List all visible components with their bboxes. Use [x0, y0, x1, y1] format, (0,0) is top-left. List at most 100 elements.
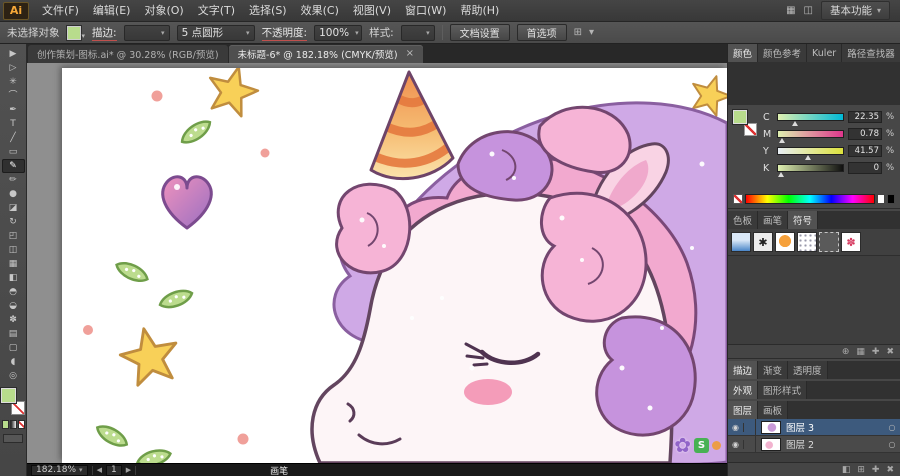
document-tab[interactable]: 创作策划-图标.ai* @ 30.28% (RGB/预览)	[28, 45, 228, 63]
pencil-tool[interactable]: ✏	[2, 173, 25, 187]
panel-tab[interactable]: 符号	[788, 211, 819, 229]
black-swatch[interactable]	[887, 194, 895, 204]
new-sublayer-icon[interactable]: ⊞	[857, 465, 865, 475]
direct-selection-tool[interactable]: ▷	[2, 61, 25, 75]
fill-stroke-indicator[interactable]	[733, 110, 757, 136]
scale-tool[interactable]: ◰	[2, 229, 25, 243]
visibility-eye-icon[interactable]: ◉	[728, 422, 744, 432]
target-circle-icon[interactable]: ○	[884, 440, 900, 449]
panel-tab[interactable]: 图形样式	[758, 381, 808, 399]
fill-swatch[interactable]	[1, 388, 16, 403]
magic-wand-tool[interactable]: ✳	[2, 75, 25, 89]
paint-color-button[interactable]	[1, 420, 9, 429]
screen-mode-button[interactable]	[3, 434, 23, 443]
panel-tab[interactable]: 画板	[758, 401, 789, 419]
align-panel-icon[interactable]: ⊞	[574, 27, 582, 38]
menu-item[interactable]: 文字(T)	[191, 0, 242, 22]
type-tool[interactable]: T	[2, 117, 25, 131]
lasso-tool[interactable]: ⌒	[2, 89, 25, 103]
lock-cell[interactable]	[744, 436, 756, 452]
blend-tool[interactable]: ◒	[2, 299, 25, 313]
stroke-weight-select[interactable]: ▾	[123, 24, 170, 41]
magenta-value-field[interactable]: 0.78	[848, 128, 882, 140]
visibility-eye-icon[interactable]: ◉	[728, 439, 744, 449]
layer-row[interactable]: ◉ 图层 2 ○	[728, 436, 900, 453]
arrange-documents-icon[interactable]: ▦	[786, 5, 795, 16]
magenta-slider[interactable]	[777, 130, 844, 143]
white-swatch[interactable]	[877, 194, 885, 204]
artboard-number-field[interactable]: 1	[105, 464, 122, 476]
symbol-thumb[interactable]: ✱	[753, 232, 773, 252]
symbol-thumb[interactable]	[775, 232, 795, 252]
menu-item[interactable]: 效果(C)	[294, 0, 346, 22]
opacity-link[interactable]: 不透明度:	[261, 25, 308, 41]
menu-item[interactable]: 对象(O)	[137, 0, 190, 22]
rectangle-tool[interactable]: ▭	[2, 145, 25, 159]
rotate-tool[interactable]: ↻	[2, 215, 25, 229]
new-layer-icon[interactable]: ✚	[872, 465, 880, 475]
delete-symbol-icon[interactable]: ✖	[886, 347, 894, 357]
canvas[interactable]: ✿ S	[27, 63, 727, 463]
make-clipping-mask-icon[interactable]: ◧	[842, 465, 851, 475]
fill-stroke-control[interactable]	[1, 388, 25, 415]
panel-tab[interactable]: 描边	[728, 361, 759, 379]
eraser-tool[interactable]: ◪	[2, 201, 25, 215]
menu-item[interactable]: 编辑(E)	[86, 0, 138, 22]
fill-color-swatch[interactable]: ▾	[66, 25, 85, 40]
stroke-swatch[interactable]	[11, 401, 25, 415]
new-symbol-icon[interactable]: ✚	[872, 347, 880, 357]
panel-tab[interactable]: 色板	[728, 211, 759, 229]
fill-proxy[interactable]	[733, 110, 747, 124]
cyan-slider[interactable]	[777, 113, 844, 126]
opacity-select[interactable]: 100% ▾	[314, 24, 363, 41]
menu-item[interactable]: 视图(V)	[346, 0, 398, 22]
panel-tab[interactable]: 画笔	[758, 211, 789, 229]
width-tool[interactable]: ◫	[2, 243, 25, 257]
brush-preset-select[interactable]: 5 点圆形 ▾	[176, 24, 255, 41]
zoom-select[interactable]: 182.18% ▾	[31, 464, 88, 476]
none-swatch[interactable]	[733, 194, 743, 204]
panel-tab[interactable]: 颜色参考	[758, 44, 808, 62]
black-slider[interactable]	[777, 164, 844, 177]
document-tab-active[interactable]: 未标题-6* @ 182.18% (CMYK/预览) ×	[228, 45, 423, 63]
eyedropper-tool[interactable]: ◓	[2, 285, 25, 299]
stroke-link[interactable]: 描边:	[92, 25, 117, 41]
lock-cell[interactable]	[744, 419, 756, 435]
workspace-switcher[interactable]: 基本功能 ▾	[820, 1, 890, 20]
previous-artboard-icon[interactable]: ◀	[97, 466, 102, 474]
paint-gradient-button[interactable]	[9, 420, 17, 429]
symbol-sprayer-tool[interactable]: ✽	[2, 313, 25, 327]
black-value-field[interactable]: 0	[848, 162, 882, 174]
delete-layer-icon[interactable]: ✖	[886, 465, 894, 475]
close-icon[interactable]: ×	[406, 49, 414, 59]
menu-item[interactable]: 窗口(W)	[398, 0, 453, 22]
panel-tab[interactable]: 渐变	[758, 361, 789, 379]
panel-tab[interactable]: Kuler	[807, 44, 843, 62]
menu-item[interactable]: 帮助(H)	[453, 0, 506, 22]
target-circle-icon[interactable]: ○	[884, 423, 900, 432]
layer-name[interactable]: 图层 3	[786, 420, 884, 434]
selection-tool[interactable]: ▶	[2, 47, 25, 61]
panel-tab[interactable]: 图层	[728, 401, 759, 419]
graph-tool[interactable]: ▤	[2, 327, 25, 341]
symbol-thumb[interactable]	[731, 232, 751, 252]
symbol-library-icon[interactable]: ⊕	[842, 347, 850, 357]
mesh-tool[interactable]: ▦	[2, 257, 25, 271]
zoom-tool[interactable]: ◎	[2, 369, 25, 383]
next-artboard-icon[interactable]: ▶	[126, 466, 131, 474]
symbol-thumb[interactable]: ✽	[841, 232, 861, 252]
symbol-thumb[interactable]	[819, 232, 839, 252]
panel-tab[interactable]: 透明度	[788, 361, 828, 379]
symbol-thumb[interactable]	[797, 232, 817, 252]
preferences-button[interactable]: 首选项	[516, 24, 567, 41]
screen-mode-icon[interactable]: ◫	[804, 5, 813, 16]
menu-item[interactable]: 文件(F)	[35, 0, 86, 22]
yellow-slider[interactable]	[777, 147, 844, 160]
menu-item[interactable]: 选择(S)	[242, 0, 294, 22]
panel-tab[interactable]: 外观	[728, 381, 759, 399]
blob-brush-tool[interactable]: ●	[2, 187, 25, 201]
panel-menu-icon[interactable]: ▾	[589, 27, 594, 38]
panel-tab[interactable]: 路径查找器	[842, 44, 900, 62]
place-symbol-icon[interactable]: ▦	[856, 347, 865, 357]
stroke-proxy[interactable]	[744, 123, 757, 136]
